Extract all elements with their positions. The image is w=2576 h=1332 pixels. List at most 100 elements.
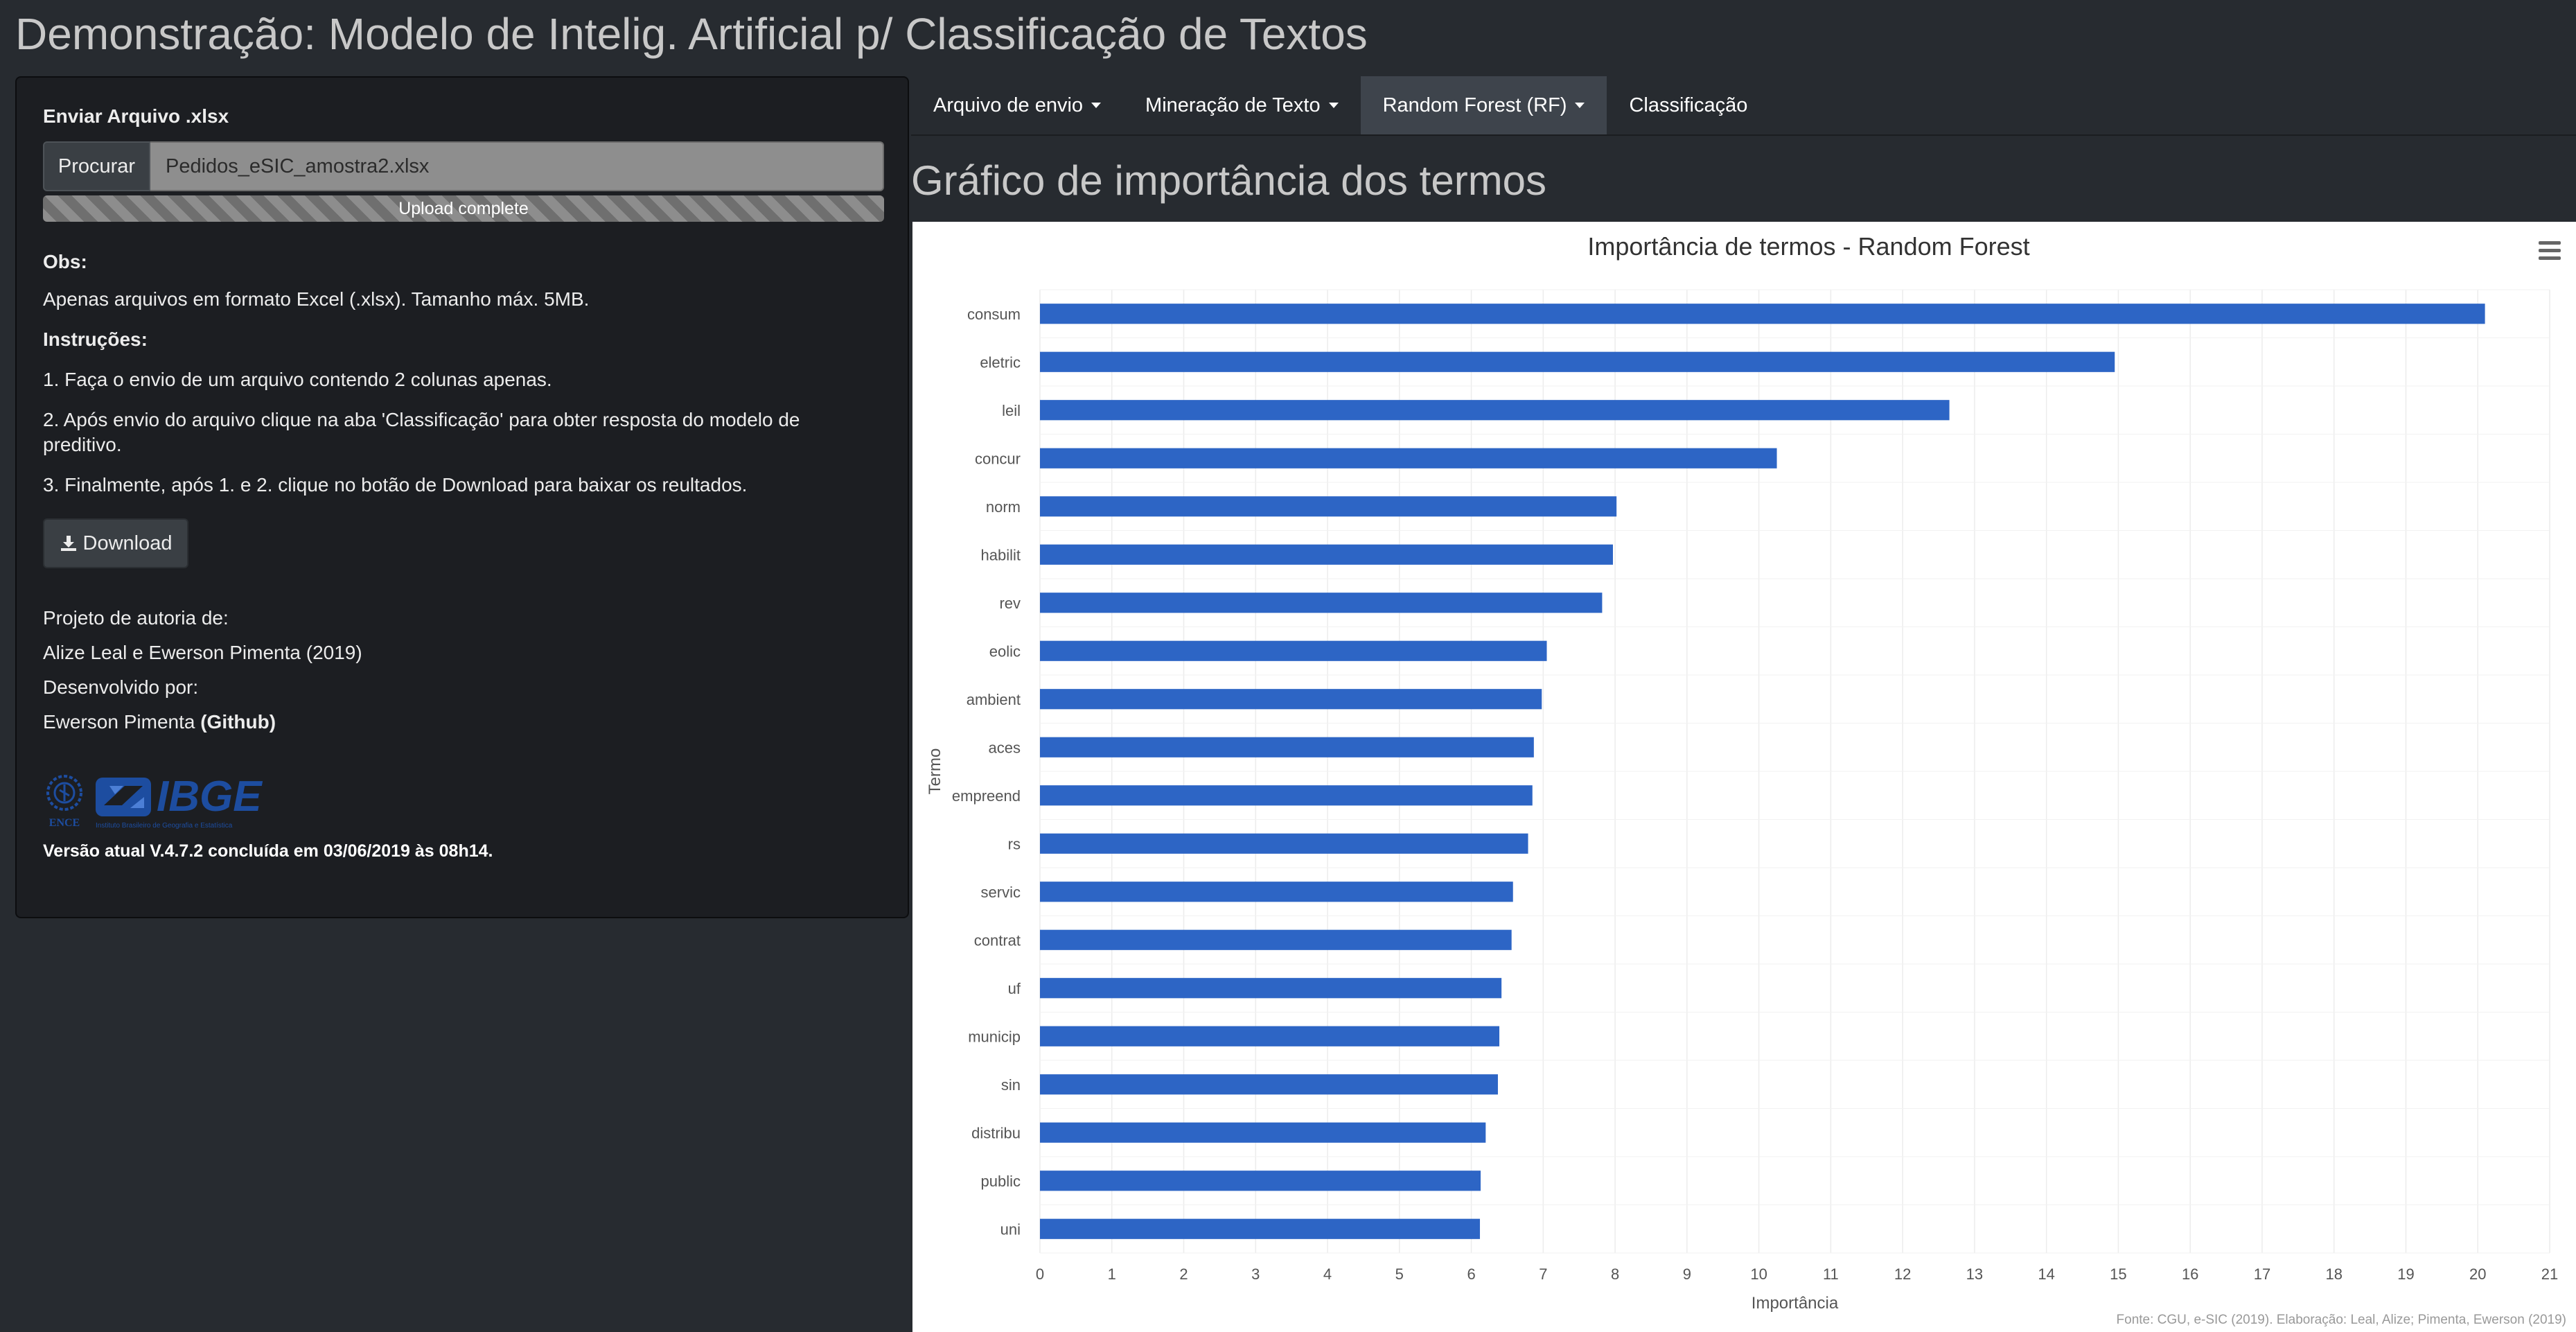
ibge-text: IBGE bbox=[157, 773, 263, 821]
bar bbox=[1040, 640, 1547, 661]
download-button[interactable]: Download bbox=[43, 518, 188, 568]
bar bbox=[1040, 1026, 1500, 1046]
x-tick-label: 14 bbox=[2038, 1265, 2054, 1283]
bar bbox=[1040, 737, 1534, 757]
bar bbox=[1040, 1218, 1481, 1239]
chart-credits: Fonte: CGU, e-SIC (2019). Elaboração: Le… bbox=[2117, 1313, 2566, 1327]
download-icon bbox=[60, 536, 76, 551]
browse-button[interactable]: Procurar bbox=[43, 141, 150, 191]
x-tick-label: 1 bbox=[1108, 1265, 1116, 1283]
y-tick-label: uf bbox=[1008, 980, 1021, 997]
ibge-logo: IBGE Instituto Brasileiro de Geografia e… bbox=[96, 773, 263, 830]
bar bbox=[1040, 929, 1512, 950]
importance-chart: 0 1 2 3 4 5 6 7 8 9 10 11 12 13 14 15 16 17 18 19 20 21 consum… bbox=[912, 222, 2576, 1332]
bar bbox=[1040, 1171, 1481, 1191]
obs-text: Apenas arquivos em formato Excel (.xlsx)… bbox=[43, 288, 590, 310]
instruction-1: 1. Faça o envio de um arquivo contendo 2… bbox=[43, 369, 552, 390]
x-tick-label: 9 bbox=[1683, 1265, 1691, 1283]
y-tick-label: distribu bbox=[971, 1124, 1021, 1141]
y-tick-label: uni bbox=[1000, 1220, 1021, 1238]
tab-classificacao[interactable]: Classificação bbox=[1607, 76, 1770, 134]
y-tick-label: servic bbox=[981, 884, 1021, 901]
y-tick-label: aces bbox=[989, 739, 1021, 756]
tab-arquivo-de-envio[interactable]: Arquivo de envio bbox=[911, 76, 1123, 134]
x-tick-label: 4 bbox=[1323, 1265, 1332, 1283]
x-tick-label: 5 bbox=[1395, 1265, 1404, 1283]
y-axis-label: Termo bbox=[926, 748, 944, 795]
x-tick-label: 18 bbox=[2325, 1265, 2342, 1283]
y-tick-label: consum bbox=[967, 306, 1021, 323]
developed-label: Desenvolvido por: bbox=[43, 676, 199, 698]
bar bbox=[1040, 496, 1617, 517]
upload-progress-bar: Upload complete bbox=[43, 195, 884, 222]
developer-link[interactable]: Ewerson Pimenta bbox=[43, 711, 195, 733]
instruction-2: 2. Após envio do arquivo clique na aba '… bbox=[43, 409, 800, 455]
bar bbox=[1040, 785, 1533, 806]
download-label: Download bbox=[82, 532, 173, 554]
file-name-field[interactable]: Pedidos_eSIC_amostra2.xlsx bbox=[150, 141, 884, 191]
bar bbox=[1040, 1074, 1498, 1095]
x-tick-label: 17 bbox=[2254, 1265, 2270, 1283]
y-tick-label: concur bbox=[975, 450, 1021, 467]
tab-label: Random Forest (RF) bbox=[1382, 94, 1567, 116]
bar bbox=[1040, 882, 1513, 902]
github-link[interactable]: (Github) bbox=[200, 711, 276, 733]
y-tick-label: eletric bbox=[980, 353, 1021, 371]
x-tick-label: 16 bbox=[2182, 1265, 2198, 1283]
bar bbox=[1040, 351, 2115, 372]
tab-random-forest[interactable]: Random Forest (RF) bbox=[1360, 76, 1607, 134]
bar bbox=[1040, 978, 1502, 999]
y-tick-label: ambient bbox=[967, 691, 1021, 708]
file-input[interactable]: Procurar Pedidos_eSIC_amostra2.xlsx bbox=[43, 141, 884, 191]
chevron-down-icon bbox=[1575, 103, 1585, 108]
x-tick-label: 10 bbox=[1750, 1265, 1767, 1283]
upload-label: Enviar Arquivo .xlsx bbox=[43, 105, 229, 127]
bar bbox=[1040, 304, 2485, 324]
bar bbox=[1040, 448, 1777, 468]
bar bbox=[1040, 544, 1613, 565]
logos: ENCE IBGE Instituto Brasileiro de Geogra… bbox=[43, 769, 881, 832]
bar bbox=[1040, 833, 1528, 854]
x-tick-label: 7 bbox=[1539, 1265, 1547, 1283]
x-tick-label: 13 bbox=[1966, 1265, 1983, 1283]
section-title: Gráfico de importância dos termos bbox=[911, 157, 1547, 204]
tab-label: Classificação bbox=[1629, 94, 1748, 116]
x-tick-label: 19 bbox=[2397, 1265, 2414, 1283]
y-tick-label: rs bbox=[1008, 835, 1021, 852]
x-axis-label: Importância bbox=[1752, 1294, 1839, 1313]
version-text: Versão atual V.4.7.2 concluída em 03/06/… bbox=[43, 841, 493, 861]
hamburger-menu-icon[interactable] bbox=[2539, 241, 2561, 264]
y-tick-label: public bbox=[981, 1173, 1021, 1190]
y-tick-label: empreend bbox=[952, 787, 1021, 805]
sidebar-panel: Enviar Arquivo .xlsx Procurar Pedidos_eS… bbox=[15, 76, 909, 918]
x-tick-label: 6 bbox=[1467, 1265, 1475, 1283]
x-tick-label: 12 bbox=[1894, 1265, 1911, 1283]
y-tick-label: eolic bbox=[989, 642, 1021, 660]
bar bbox=[1040, 593, 1603, 613]
tab-label: Arquivo de envio bbox=[933, 94, 1084, 116]
main-nav-tabs: Arquivo de envio Mineração de Texto Rand… bbox=[911, 76, 2576, 136]
bar bbox=[1040, 1122, 1486, 1143]
y-tick-label: municip bbox=[968, 1028, 1021, 1045]
tab-label: Mineração de Texto bbox=[1145, 94, 1321, 116]
upload-progress-text: Upload complete bbox=[398, 198, 529, 218]
y-tick-label: leil bbox=[1002, 402, 1021, 419]
chart-title: Importância de termos - Random Forest bbox=[1587, 232, 2029, 261]
bar bbox=[1040, 689, 1542, 710]
bar bbox=[1040, 400, 1950, 421]
instruction-3: 3. Finalmente, após 1. e 2. clique no bo… bbox=[43, 474, 748, 496]
app-title: Demonstração: Modelo de Intelig. Artific… bbox=[15, 9, 1368, 59]
y-tick-label: habilit bbox=[981, 546, 1021, 563]
tab-mineracao-de-texto[interactable]: Mineração de Texto bbox=[1123, 76, 1361, 134]
x-tick-label: 11 bbox=[1823, 1265, 1839, 1283]
authors-text: Alize Leal e Ewerson Pimenta (2019) bbox=[43, 642, 362, 663]
x-tick-label: 8 bbox=[1611, 1265, 1619, 1283]
x-tick-label: 21 bbox=[2541, 1265, 2558, 1283]
y-tick-label: rev bbox=[999, 595, 1021, 612]
x-tick-label: 20 bbox=[2469, 1265, 2486, 1283]
x-tick-label: 2 bbox=[1179, 1265, 1188, 1283]
chevron-down-icon bbox=[1328, 103, 1339, 108]
obs-title: Obs: bbox=[43, 251, 87, 272]
y-tick-label: sin bbox=[1001, 1076, 1021, 1094]
y-tick-label: contrat bbox=[974, 931, 1021, 949]
